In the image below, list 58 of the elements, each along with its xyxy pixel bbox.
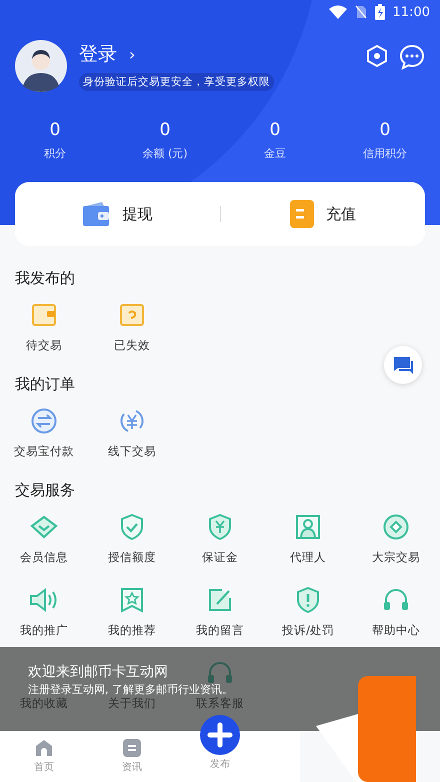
menu-item[interactable]: 代理人 <box>290 550 326 565</box>
diamond-icon <box>30 514 58 540</box>
headset-icon <box>383 587 409 613</box>
section-title: 我的订单 <box>14 375 76 394</box>
shield-alert-icon <box>296 587 320 613</box>
menu-item[interactable]: 我的推广 <box>20 623 68 638</box>
document-icon <box>290 200 314 228</box>
shield-check-icon <box>120 514 144 540</box>
stat-value: 0 <box>380 120 390 140</box>
home-icon <box>35 739 53 757</box>
wallet-icon <box>32 302 56 328</box>
menu-item[interactable]: 投诉/处罚 <box>282 623 334 638</box>
status-time: 11:00 <box>392 4 430 20</box>
menu-item[interactable]: 保证金 <box>202 550 238 565</box>
verify-hint: 身份验证后交易更安全，享受更多权限 <box>79 73 274 91</box>
settings-icon[interactable] <box>365 44 389 68</box>
section-title: 我发布的 <box>14 269 76 288</box>
stat-value: 0 <box>270 120 280 140</box>
speaker-icon <box>29 587 59 613</box>
yen-cycle-icon <box>119 408 145 434</box>
withdraw-button[interactable]: 提现 <box>15 182 220 246</box>
stat-label: 信用积分 <box>363 146 407 161</box>
stat-label: 余额 (元) <box>142 146 188 161</box>
stat-value: 0 <box>160 120 170 140</box>
menu-item[interactable]: 线下交易 <box>108 444 156 459</box>
section-title: 交易服务 <box>14 481 76 500</box>
stat-label: 积分 <box>44 146 66 161</box>
menu-item[interactable]: 大宗交易 <box>372 550 420 565</box>
edit-icon <box>208 587 232 613</box>
headset-icon <box>207 660 233 686</box>
person-card-icon <box>296 514 320 540</box>
chevron-icon: › <box>129 44 136 64</box>
chat-icon[interactable] <box>399 44 425 70</box>
no-sim-icon <box>354 5 367 19</box>
login-link[interactable]: 登录 <box>79 41 117 67</box>
menu-item[interactable]: 我的推荐 <box>108 623 156 638</box>
shield-yen-icon <box>208 514 232 540</box>
news-icon <box>123 739 141 757</box>
stat-value: 0 <box>50 120 60 140</box>
recharge-button[interactable]: 充值 <box>220 182 425 246</box>
menu-item[interactable]: 帮助中心 <box>372 623 420 638</box>
toast-message: 注册登录互动网, 了解更多邮币行业资讯。 <box>28 682 233 697</box>
stat-label: 金豆 <box>264 146 286 161</box>
chat-bubbles-icon[interactable] <box>384 346 422 384</box>
star-bookmark-icon <box>120 587 144 613</box>
menu-item[interactable]: 已失效 <box>114 338 150 353</box>
menu-item[interactable]: 待交易 <box>26 338 62 353</box>
wallet-icon <box>82 201 110 227</box>
toast-title: 欢迎来到邮币卡互动网 <box>28 663 168 681</box>
menu-item[interactable]: 我的留言 <box>196 623 244 638</box>
avatar[interactable] <box>15 40 67 92</box>
undo-icon <box>120 302 144 328</box>
wifi-icon <box>328 5 347 19</box>
transfer-icon <box>31 408 57 434</box>
battery-icon <box>374 4 385 20</box>
menu-item[interactable]: 授信额度 <box>108 550 156 565</box>
menu-item[interactable]: 交易宝付款 <box>14 444 74 459</box>
menu-item[interactable]: 会员信息 <box>20 550 68 565</box>
